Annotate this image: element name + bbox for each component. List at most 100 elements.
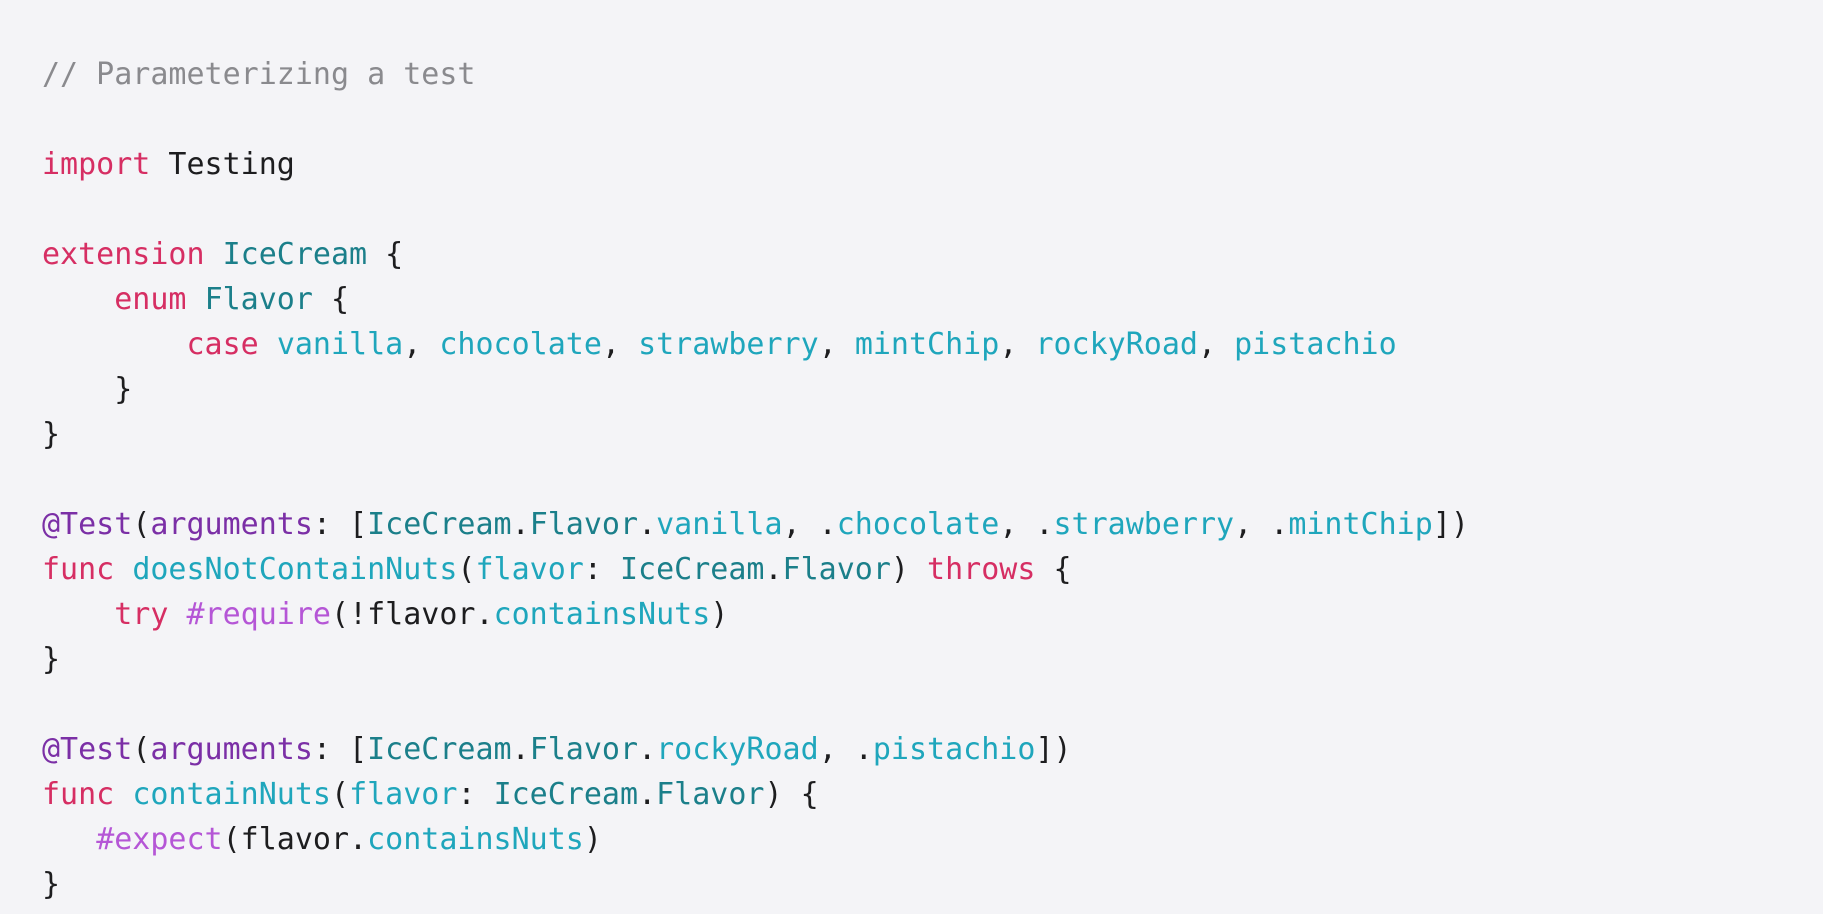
code-token-plain: : [ (312, 732, 368, 767)
code-line: } (42, 862, 1823, 907)
code-token-plain: (flavor. (222, 822, 368, 857)
code-token-type: IceCream (619, 552, 765, 587)
code-token-member: vanilla (656, 507, 783, 542)
code-token-plain: . (638, 507, 657, 542)
code-token-plain: , (601, 327, 639, 362)
code-token-plain: . (511, 507, 530, 542)
code-token-plain: : [ (312, 507, 368, 542)
code-token-keyword: enum (114, 282, 187, 317)
code-token-member: chocolate (836, 507, 1000, 542)
code-token-type: Flavor (529, 732, 639, 767)
code-token-member: flavor (349, 777, 458, 812)
code-token-plain: ( (457, 552, 476, 587)
code-token-plain: } (42, 867, 61, 902)
code-token-keyword: case (186, 327, 259, 362)
code-line: } (42, 367, 1823, 412)
code-panel: // Parameterizing a test import Testing … (0, 0, 1823, 914)
code-line: extension IceCream { (42, 232, 1823, 277)
code-line: } (42, 412, 1823, 457)
code-line: try #require(!flavor.containsNuts) (42, 592, 1823, 637)
code-token-plain: ( (132, 732, 151, 767)
code-token-member: rockyRoad (1035, 327, 1198, 362)
code-token-comment: // Parameterizing a test (42, 57, 476, 92)
code-token-member: pistachio (1234, 327, 1397, 362)
code-token-plain: , (818, 327, 855, 362)
code-token-plain: Testing (150, 147, 295, 182)
code-token-type: Flavor (204, 282, 313, 317)
code-token-plain: . (764, 552, 783, 587)
code-token-plain: } (42, 417, 61, 452)
code-token-member: vanilla (276, 327, 404, 362)
code-line: func containNuts(flavor: IceCream.Flavor… (42, 772, 1823, 817)
code-token-member: flavor (475, 552, 584, 587)
code-token-plain: ) (710, 597, 729, 632)
code-token-type: IceCream (222, 237, 368, 272)
code-line: #expect(flavor.containsNuts) (42, 817, 1823, 862)
code-token-plain: , (403, 327, 440, 362)
code-token-plain: . (638, 732, 657, 767)
code-token-plain: { (1035, 552, 1072, 587)
code-token-plain: : (457, 777, 494, 812)
code-token-member: rockyRoad (656, 732, 819, 767)
code-token-plain: ]) (1432, 507, 1469, 542)
code-line: // Parameterizing a test (42, 52, 1823, 97)
code-token-type: Flavor (782, 552, 891, 587)
code-token-plain: (!flavor. (331, 597, 494, 632)
code-block: // Parameterizing a test import Testing … (42, 52, 1823, 907)
code-token-plain: ) (890, 552, 928, 587)
code-token-type: Flavor (529, 507, 639, 542)
code-token-member: strawberry (1053, 507, 1235, 542)
code-token-attr: @Test (42, 732, 133, 767)
code-line: } (42, 637, 1823, 682)
code-token-member: pistachio (872, 732, 1036, 767)
code-token-plain: } (42, 372, 133, 407)
code-token-plain: { (367, 237, 404, 272)
code-token-keyword: func (42, 777, 115, 812)
code-token-member: strawberry (638, 327, 819, 362)
code-token-member: mintChip (1288, 507, 1433, 542)
code-token-plain: : (583, 552, 620, 587)
code-token-plain: ( (132, 507, 151, 542)
code-token-keyword: try (114, 597, 169, 632)
code-line: case vanilla, chocolate, strawberry, min… (42, 322, 1823, 367)
code-token-plain: , (999, 327, 1036, 362)
code-token-plain: , . (782, 507, 837, 542)
code-token-plain: , . (1234, 507, 1289, 542)
code-token-member: doesNotContainNuts (132, 552, 458, 587)
code-token-attr: @Test (42, 507, 133, 542)
code-line: @Test(arguments: [IceCream.Flavor.vanill… (42, 502, 1823, 547)
code-token-plain: , . (818, 732, 873, 767)
code-token-type: Flavor (656, 777, 765, 812)
code-token-macro: #require (186, 597, 332, 632)
code-token-plain: . (638, 777, 657, 812)
code-token-type: IceCream (367, 732, 512, 767)
code-token-keyword: throws (927, 552, 1036, 587)
code-token-plain: } (42, 642, 61, 677)
code-token-attr: arguments (150, 507, 313, 542)
code-line: func doesNotContainNuts(flavor: IceCream… (42, 547, 1823, 592)
code-token-plain: ) (583, 822, 602, 857)
code-line: enum Flavor { (42, 277, 1823, 322)
code-token-keyword: import (42, 147, 151, 182)
code-token-keyword: extension (42, 237, 205, 272)
code-token-attr: arguments (150, 732, 313, 767)
code-token-macro: #expect (96, 822, 223, 857)
code-token-member: containNuts (132, 777, 331, 812)
code-token-member: chocolate (439, 327, 602, 362)
code-token-plain: . (511, 732, 530, 767)
code-token-plain: ]) (1035, 732, 1072, 767)
